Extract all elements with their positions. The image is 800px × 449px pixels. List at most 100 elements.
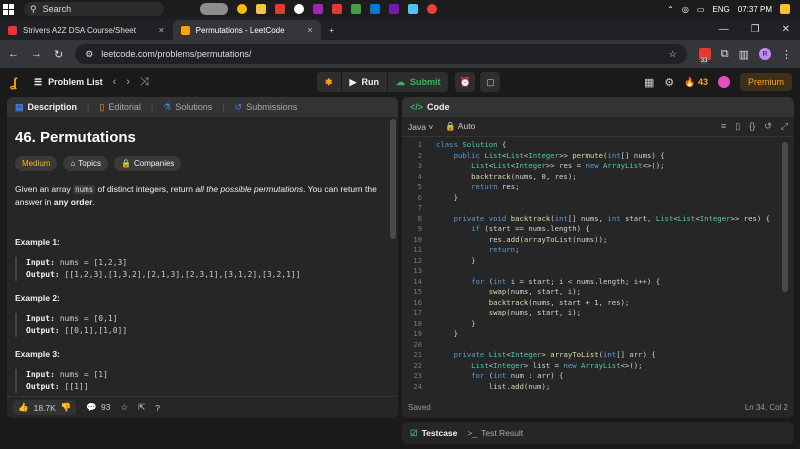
tab-editorial[interactable]: ▯ Editorial xyxy=(99,102,140,113)
language-indicator[interactable]: ENG xyxy=(712,5,729,14)
notification-icon[interactable] xyxy=(780,4,790,14)
user-avatar[interactable] xyxy=(717,76,730,88)
thumbs-down-icon[interactable]: 👎 xyxy=(61,402,72,413)
tab-strivers[interactable]: Strivers A2Z DSA Course/Sheet ✕ xyxy=(0,20,173,40)
windows-start-icon[interactable] xyxy=(0,0,16,18)
like-dislike-group: 👍 18.7K 👎 xyxy=(13,400,77,415)
restore-icon[interactable]: ❐ xyxy=(751,24,760,35)
code-scrollbar[interactable] xyxy=(782,142,788,292)
format-icon[interactable]: ≡ xyxy=(721,121,726,132)
description-footer: 👍 18.7K 👎 💬 93 ☆ ⇱ ? xyxy=(7,396,398,418)
description-scrollbar[interactable] xyxy=(390,119,396,239)
share-icon[interactable]: ⇱ xyxy=(138,402,145,413)
history-icon: ↺ xyxy=(234,101,243,112)
minimize-icon[interactable]: — xyxy=(719,24,729,35)
chrome-icon[interactable] xyxy=(237,4,247,14)
extension-badge[interactable]: 33 xyxy=(698,48,711,64)
plus-icon: + xyxy=(329,25,334,35)
bookmark-icon[interactable]: ▯ xyxy=(735,121,740,132)
difficulty-badge[interactable]: Medium xyxy=(15,156,58,171)
back-icon[interactable]: ← xyxy=(8,48,19,60)
clock[interactable]: 07:37 PM xyxy=(738,5,772,14)
shuffle-icon[interactable]: ⤨ xyxy=(140,76,149,89)
left-panel-tabs: ▤ Description | ▯ Editorial | ⚗ Solutions |… xyxy=(7,97,398,117)
tab-description[interactable]: ▤ Description xyxy=(15,102,77,113)
prev-problem-icon[interactable]: ‹ xyxy=(113,76,117,88)
more-menu-icon[interactable]: ⋮ xyxy=(781,48,792,61)
description-panel: ▤ Description | ▯ Editorial | ⚗ Solutions |… xyxy=(7,97,398,418)
auto-mode-toggle[interactable]: 🔒 Auto xyxy=(445,121,475,132)
reset-icon[interactable]: ↺ xyxy=(764,121,772,132)
note-icon: ▢ xyxy=(486,76,495,87)
premium-button[interactable]: Premium xyxy=(739,73,792,91)
tab-test-result[interactable]: >_ Test Result xyxy=(467,428,523,438)
close-icon[interactable]: ✕ xyxy=(307,26,314,35)
tab-testcase[interactable]: ☑ Testcase xyxy=(410,428,457,439)
github-icon[interactable] xyxy=(294,4,304,14)
battery-icon[interactable]: ▭ xyxy=(697,5,705,14)
url-field[interactable]: ⚙ leetcode.com/problems/permutations/ ☆ xyxy=(75,44,687,64)
example-2: Input: nums = [0,1] Output: [[0,1],[1,0]… xyxy=(15,313,390,337)
onenote-icon[interactable] xyxy=(389,4,399,14)
chrome-active-icon[interactable] xyxy=(427,4,437,14)
companies-chip[interactable]: 🔒 Companies xyxy=(113,156,182,171)
run-button[interactable]: ▶ Run xyxy=(341,72,387,92)
alarm-icon: ⏰ xyxy=(459,76,472,87)
chevron-up-icon[interactable]: ⌃ xyxy=(667,5,674,14)
example-3-title: Example 3: xyxy=(15,349,60,359)
thumbs-up-icon[interactable]: 👍 xyxy=(18,402,29,413)
puzzle-icon[interactable]: ⧉ xyxy=(721,48,729,61)
comment-icon: 💬 xyxy=(86,402,97,412)
help-icon[interactable]: ? xyxy=(155,403,160,413)
file-explorer-icon[interactable] xyxy=(256,4,266,14)
favorite-star-icon[interactable]: ☆ xyxy=(120,402,128,413)
wifi-icon[interactable]: ◎ xyxy=(682,5,689,14)
search-icon: ⚲ xyxy=(30,3,37,14)
cursor-position: Ln 34, Col 2 xyxy=(744,402,788,412)
leetcode-logo-icon[interactable]: ʆ xyxy=(10,75,24,90)
layout-icon[interactable]: ▦ xyxy=(644,76,654,89)
streak-counter[interactable]: 🔥 43 xyxy=(684,77,708,88)
code-editor[interactable]: 1 2 3 4 5 6 7 8 9 10 11 12 13 14 15 16 1… xyxy=(402,140,794,396)
debug-button[interactable]: ✱ xyxy=(317,72,341,92)
problem-list-link[interactable]: ☰ Problem List xyxy=(34,77,103,88)
app-icon[interactable] xyxy=(332,4,342,14)
list-icon: ☰ xyxy=(34,76,43,87)
profile-avatar[interactable]: R xyxy=(759,48,771,60)
tab-solutions[interactable]: ⚗ Solutions xyxy=(163,102,212,113)
app-icon[interactable] xyxy=(351,4,361,14)
sidebar-icon[interactable]: ▥ xyxy=(739,48,749,61)
close-icon[interactable]: ✕ xyxy=(158,26,165,35)
star-icon[interactable]: ☆ xyxy=(669,49,677,60)
next-problem-icon[interactable]: › xyxy=(126,76,130,88)
timer-button[interactable]: ⏰ xyxy=(455,72,476,92)
tab-permutations[interactable]: Permutations - LeetCode ✕ xyxy=(172,20,322,40)
tab-submissions[interactable]: ↺ Submissions xyxy=(235,102,298,113)
code-lines[interactable]: class Solution { public List<List<Intege… xyxy=(428,140,794,396)
new-tab-button[interactable]: + xyxy=(321,20,342,40)
site-info-icon[interactable]: ⚙ xyxy=(85,49,93,60)
flask-icon: ⚗ xyxy=(163,101,172,112)
notes-button[interactable]: ▢ xyxy=(480,72,501,92)
photos-icon[interactable] xyxy=(408,4,418,14)
app-icon[interactable] xyxy=(313,4,323,14)
settings-icon[interactable]: ⚙ xyxy=(664,76,674,89)
taskbar-search[interactable]: ⚲ Search xyxy=(24,2,164,16)
topics-chip[interactable]: ⌂ Topics xyxy=(63,156,108,171)
expand-icon[interactable]: ⤢ xyxy=(781,121,788,132)
language-select[interactable]: Java ˅ xyxy=(408,122,433,132)
problem-tags: Medium ⌂ Topics 🔒 Companies xyxy=(15,156,390,171)
leetcode-navbar: ʆ ☰ Problem List ‹ › ⤨ ✱ ▶ Run ☁ Submit … xyxy=(0,68,800,96)
extensions: 33 ⧉ ▥ R ⋮ xyxy=(698,48,792,64)
braces-icon[interactable]: {} xyxy=(749,121,755,132)
reload-icon[interactable]: ↻ xyxy=(54,48,63,61)
wallpaper-widget-icon[interactable] xyxy=(200,3,228,15)
code-tab[interactable]: </> Code xyxy=(410,102,450,112)
example-2-title: Example 2: xyxy=(15,293,60,303)
comments-button[interactable]: 💬 93 xyxy=(86,402,110,413)
submit-button[interactable]: ☁ Submit xyxy=(387,72,449,92)
close-window-icon[interactable]: ✕ xyxy=(782,24,790,35)
vscode-icon[interactable] xyxy=(370,4,380,14)
app-icon[interactable] xyxy=(275,4,285,14)
forward-icon[interactable]: → xyxy=(31,48,42,60)
